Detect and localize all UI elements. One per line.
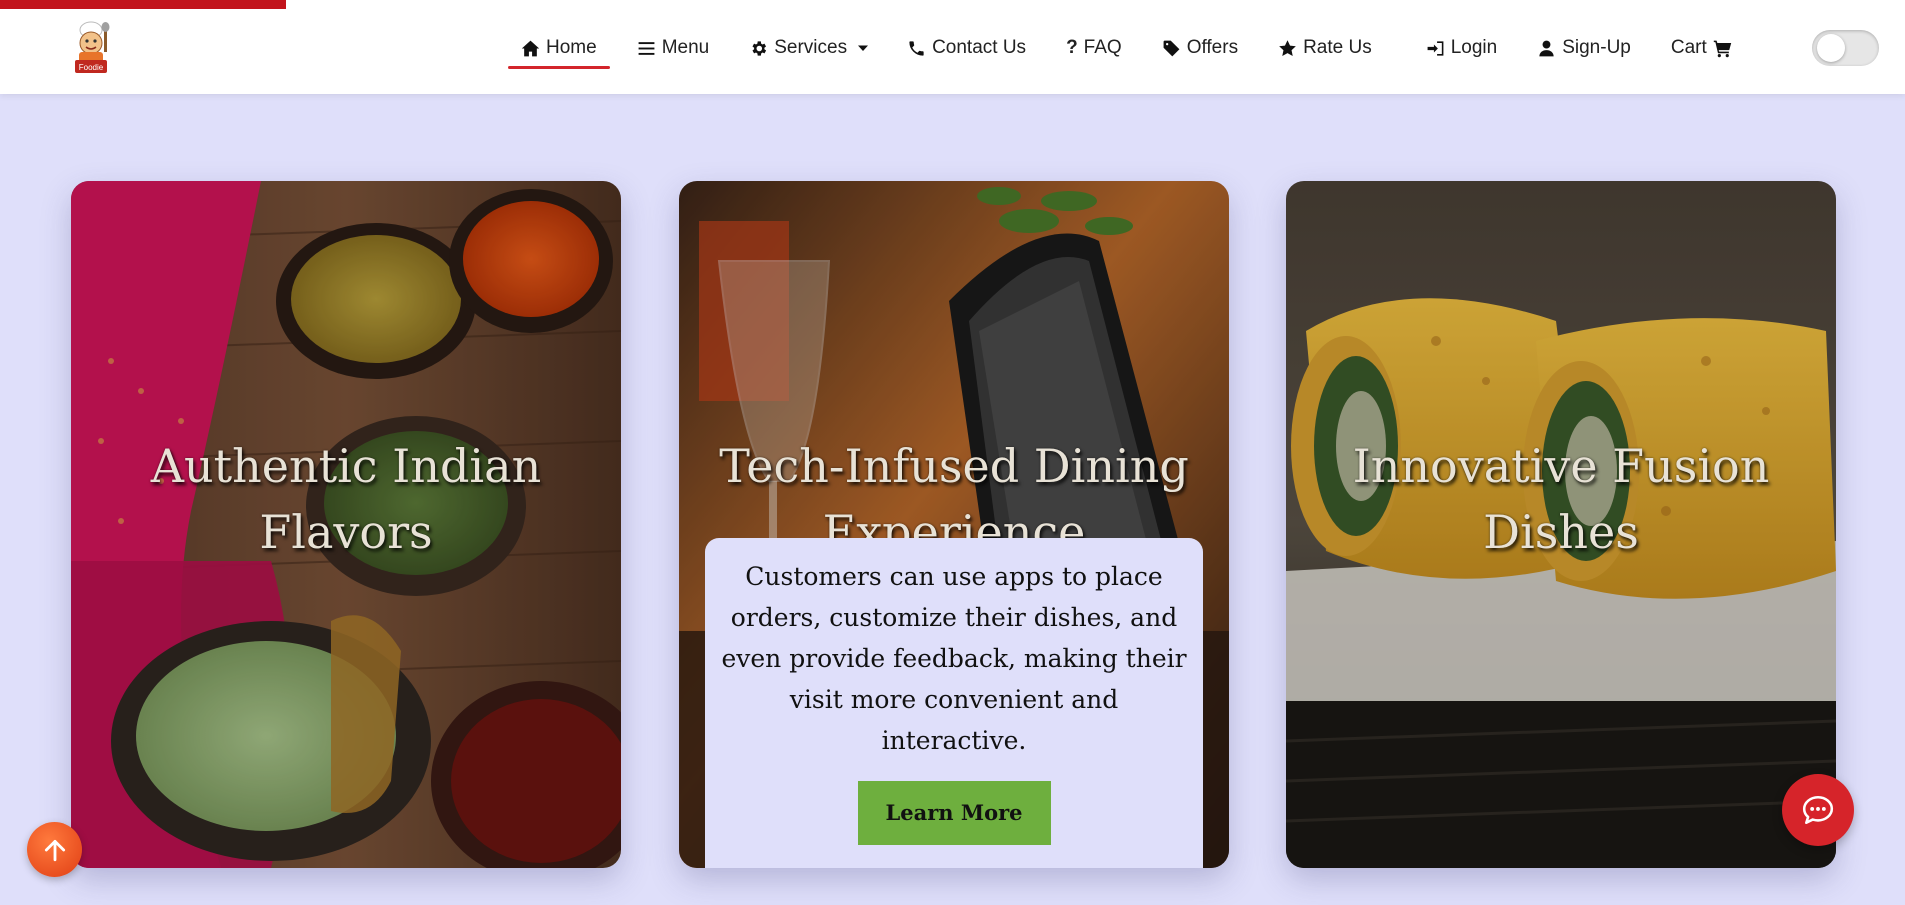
phone-icon (909, 40, 924, 56)
card-authentic-indian-flavors[interactable]: Authentic Indian Flavors (71, 181, 621, 868)
nav-signup[interactable]: Sign-Up (1524, 28, 1644, 68)
nav-login[interactable]: Login (1413, 28, 1511, 68)
nav-home-label: Home (546, 37, 597, 58)
nav-contact-label: Contact Us (932, 37, 1027, 58)
nav-cart-label: Cart (1670, 37, 1707, 58)
login-icon (1427, 40, 1444, 56)
nav-rate-label: Rate Us (1303, 37, 1372, 58)
nav-services-dropdown[interactable]: Services (736, 28, 882, 68)
nav-menu[interactable]: Menu (624, 28, 723, 68)
bars-icon (638, 41, 655, 55)
card-title: Authentic Indian Flavors (150, 439, 542, 559)
arrow-up-icon (44, 839, 65, 861)
scroll-progress-fill (0, 0, 286, 9)
card-innovative-fusion-dishes[interactable]: Innovative Fusion Dishes (1286, 181, 1836, 868)
nav-contact[interactable]: Contact Us (894, 28, 1039, 68)
nav-home[interactable]: Home (508, 28, 610, 69)
navbar: Foodie Home Menu Services Contact Us ? F… (0, 0, 1905, 94)
nav-faq-label: FAQ (1083, 37, 1122, 58)
question-icon: ? (1066, 37, 1078, 58)
card-hover-description: Customers can use apps to place orders, … (705, 538, 1203, 868)
dark-mode-toggle[interactable] (1812, 30, 1879, 66)
nav-login-label: Login (1450, 37, 1498, 58)
scroll-to-top-button[interactable] (27, 822, 82, 877)
star-icon (1279, 39, 1296, 56)
home-icon (521, 40, 540, 56)
nav-cart[interactable]: Cart (1658, 28, 1745, 68)
toggle-knob (1817, 34, 1845, 62)
nav-offers-label: Offers (1186, 37, 1239, 58)
chatbot-button[interactable] (1782, 774, 1854, 846)
card-description: Customers can use apps to place orders, … (721, 562, 1187, 755)
caret-down-icon (858, 45, 869, 51)
nav-signup-label: Sign-Up (1562, 37, 1631, 58)
nav-offers[interactable]: Offers (1149, 28, 1251, 68)
logo-text: Foodie (79, 63, 104, 72)
chat-icon (1802, 795, 1834, 825)
nav-services-label: Services (774, 37, 848, 58)
user-icon (1539, 40, 1554, 56)
learn-more-button[interactable]: Learn More (857, 781, 1051, 845)
nav-rate[interactable]: Rate Us (1265, 28, 1385, 68)
nav-faq[interactable]: ? FAQ (1053, 28, 1135, 68)
card-title: Innovative Fusion Dishes (1352, 439, 1770, 559)
main-nav: Home Menu Services Contact Us ? FAQ Offe… (508, 28, 1745, 69)
cart-icon (1713, 40, 1731, 57)
nav-menu-label: Menu (661, 37, 710, 58)
gear-icon (752, 40, 767, 56)
foodie-logo[interactable]: Foodie (66, 18, 116, 76)
card-tech-infused-dining[interactable]: Tech-Infused Dining Experience Customers… (679, 181, 1229, 868)
tag-icon (1163, 40, 1180, 56)
scroll-progress-bar (0, 0, 1905, 9)
